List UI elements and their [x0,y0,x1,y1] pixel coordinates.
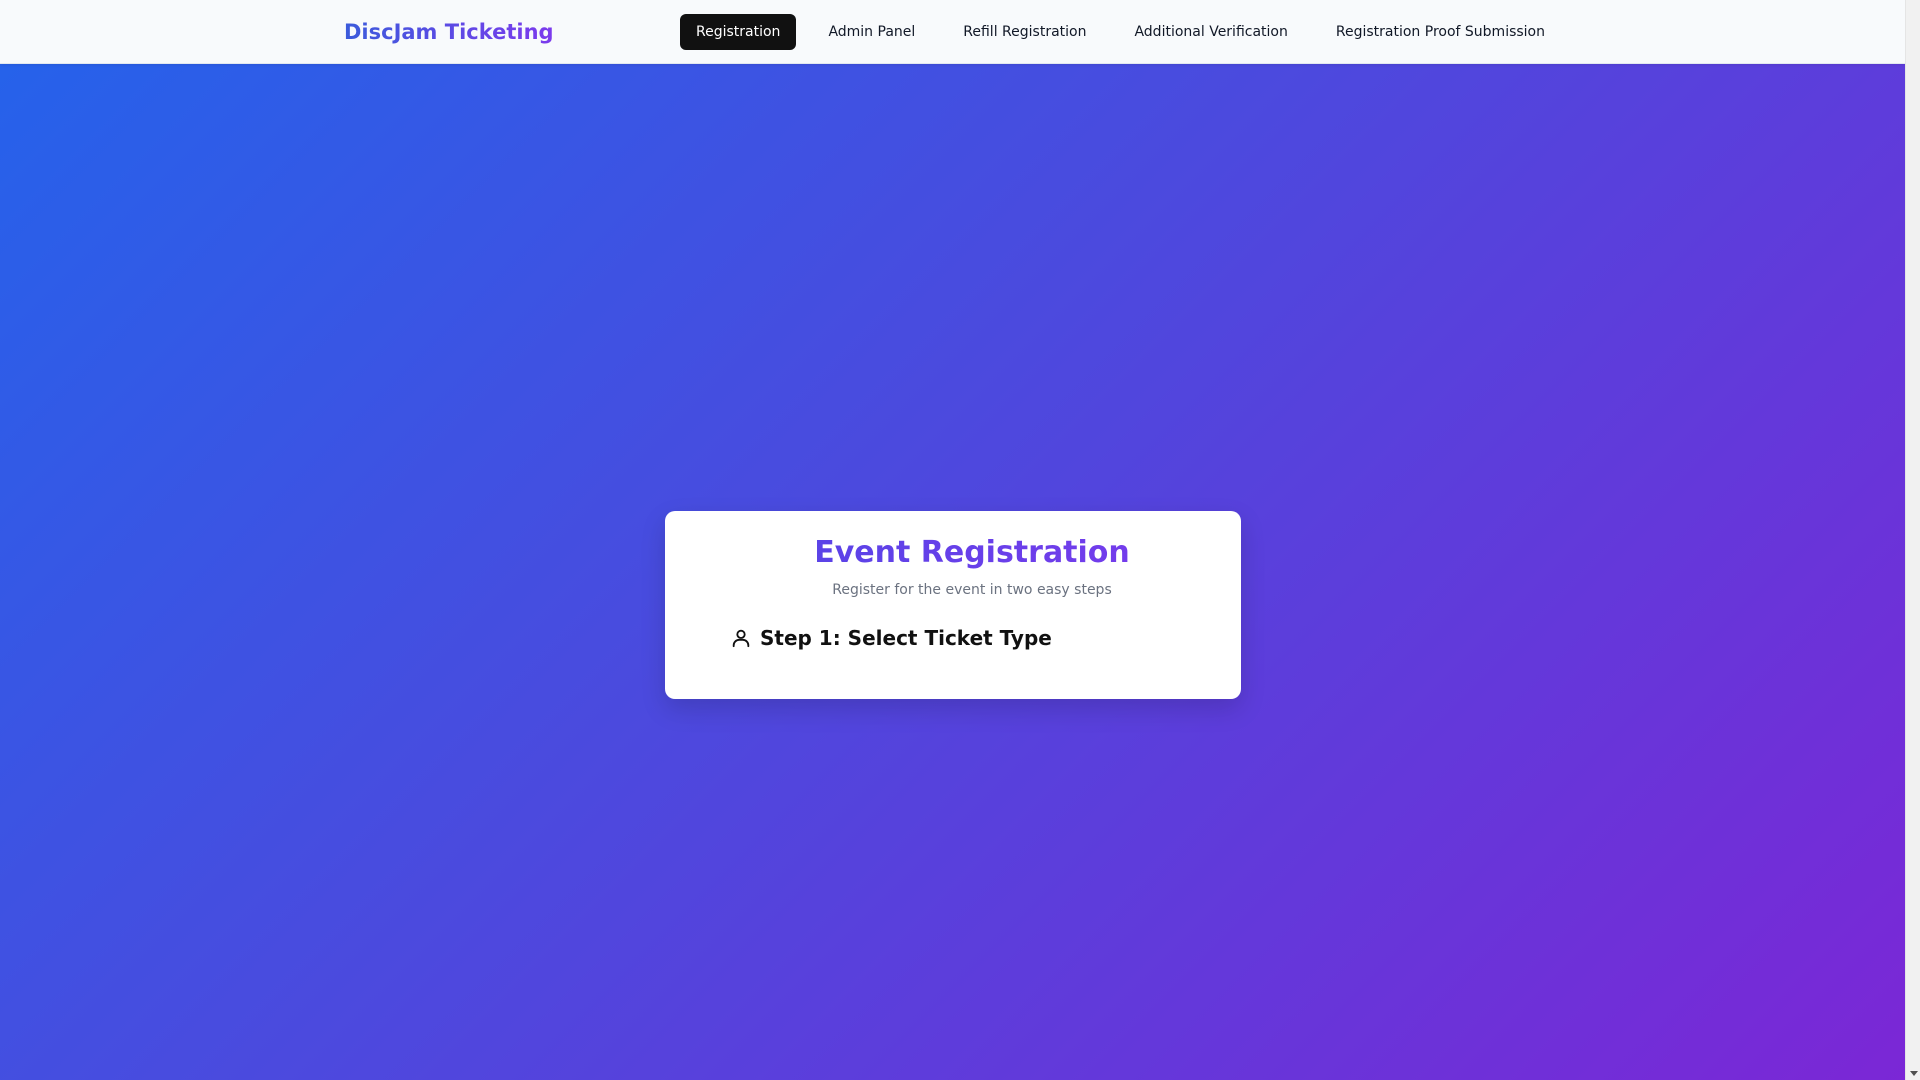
step-label: Step 1: Select Ticket Type [760,626,1052,650]
step-heading: Step 1: Select Ticket Type [730,623,1052,653]
brand-logo[interactable]: DiscJam Ticketing [344,18,554,46]
vertical-scrollbar[interactable] [1905,0,1920,1080]
main-nav: Registration Admin Panel Refill Registra… [680,14,1561,50]
registration-card: Event Registration Register for the even… [665,511,1241,699]
top-navbar: DiscJam Ticketing Registration Admin Pan… [0,0,1905,64]
page-background: DiscJam Ticketing Registration Admin Pan… [0,0,1905,1080]
nav-item-registration-proof-submission[interactable]: Registration Proof Submission [1320,14,1561,50]
user-icon [730,627,752,649]
nav-item-admin-panel[interactable]: Admin Panel [812,14,931,50]
scroll-down-icon[interactable] [1910,1071,1918,1076]
nav-item-registration[interactable]: Registration [680,14,797,50]
nav-item-refill-registration[interactable]: Refill Registration [947,14,1102,50]
page-title: Event Registration [665,533,1241,573]
page-subtitle: Register for the event in two easy steps [832,582,1112,598]
nav-item-additional-verification[interactable]: Additional Verification [1118,14,1303,50]
